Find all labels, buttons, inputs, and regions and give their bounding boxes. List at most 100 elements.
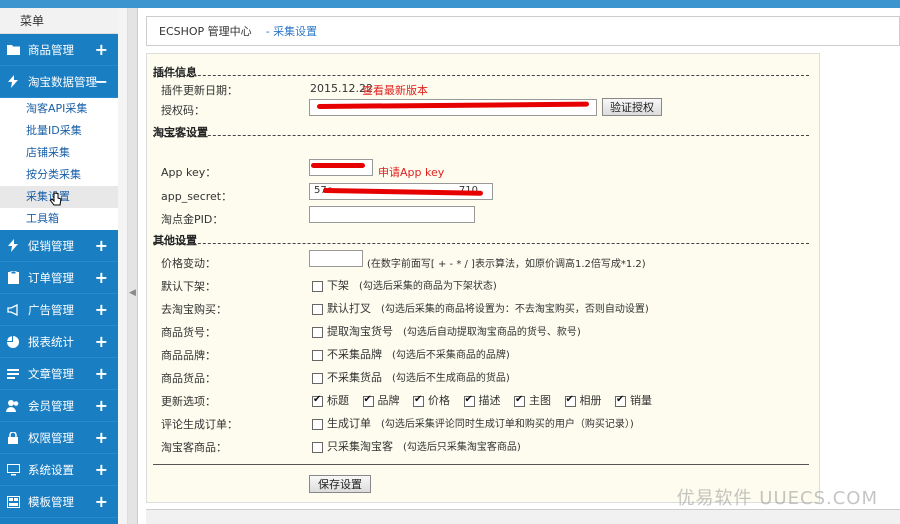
template-icon <box>6 495 20 509</box>
pie-chart-icon <box>6 335 20 349</box>
latest-version-link[interactable]: 查看最新版本 <box>362 82 428 98</box>
section-divider <box>153 75 809 76</box>
plus-icon[interactable]: + <box>95 236 108 255</box>
option-label: 商品货品： <box>161 372 216 385</box>
products-checkbox[interactable] <box>312 372 323 384</box>
submenu-item-api[interactable]: 淘客API采集 <box>0 98 118 120</box>
save-settings-button[interactable]: 保存设置 <box>309 475 371 493</box>
option-hint: (勾选后采集的商品将设置为：不去淘宝购买，否则自动设置) <box>381 304 649 315</box>
submenu-item-shop[interactable]: 店铺采集 <box>0 142 118 164</box>
update-title-checkbox[interactable] <box>312 394 323 407</box>
price-change-input[interactable] <box>309 250 363 267</box>
option-text: 默认打叉 <box>327 302 371 315</box>
sidebar-item-orders[interactable]: 订单管理 + <box>0 262 118 294</box>
update-brand-checkbox[interactable] <box>362 394 374 407</box>
price-change-hint: (在数字前面写[ + - * / ]表示算法，如原价调高1.2倍写成*1.2) <box>367 259 646 270</box>
option-row-brand: 不采集品牌 (勾选后不采集商品的品牌) <box>312 346 510 362</box>
brand-checkbox[interactable] <box>312 349 323 361</box>
top-bar <box>0 0 900 8</box>
sidebar-item-articles[interactable]: 文章管理 + <box>0 358 118 390</box>
apply-appkey-link[interactable]: 申请App key <box>378 164 444 180</box>
sidebar-item-templates[interactable]: 模板管理 + <box>0 486 118 518</box>
update-main-image-checkbox[interactable] <box>514 394 525 407</box>
app-secret-label: app_secret： <box>161 190 233 203</box>
sidebar: 菜单 商品管理 + 淘宝数据管理 − 淘客API采集 批量ID采集 店铺采集 按… <box>0 8 118 524</box>
breadcrumb-current: - 采集设置 <box>265 25 318 38</box>
sidebar-item-label: 会员管理 <box>28 398 74 413</box>
option-label: 去淘宝购买： <box>161 303 227 316</box>
submenu-item-category[interactable]: 按分类采集 <box>0 164 118 186</box>
option-row-review-orders: 生成订单 (勾选后采集评论同时生成订单和购买的用户（购买记录）) <box>312 415 634 431</box>
option-row-offshelf: 下架 (勾选后采集的商品为下架状态) <box>312 277 497 293</box>
collapse-arrow-icon[interactable]: ◀ <box>129 288 136 302</box>
verify-auth-button[interactable]: 验证授权 <box>602 98 662 116</box>
sidebar-item-label: 文章管理 <box>28 366 74 381</box>
option-text: 生成订单 <box>327 417 371 430</box>
submenu-item-settings[interactable]: 采集设置 <box>0 186 118 208</box>
sku-checkbox[interactable] <box>312 326 323 338</box>
minus-icon[interactable]: − <box>95 72 108 91</box>
sidebar-item-ads[interactable]: 广告管理 + <box>0 294 118 326</box>
option-hint: (勾选后采集的商品为下架状态) <box>359 281 497 292</box>
sidebar-item-label: 模板管理 <box>28 494 74 509</box>
redaction-scribble <box>311 163 365 168</box>
update-options-label: 更新选项： <box>161 395 216 408</box>
sidebar-item-members[interactable]: 会员管理 + <box>0 390 118 422</box>
option-text: 只采集淘宝客 <box>327 440 393 453</box>
plus-icon[interactable]: + <box>95 268 108 287</box>
plus-icon[interactable]: + <box>95 396 108 415</box>
sidebar-item-taobao[interactable]: 淘宝数据管理 − <box>0 66 118 98</box>
sidebar-item-label: 权限管理 <box>28 430 74 445</box>
megaphone-icon <box>6 303 20 317</box>
pid-label: 淘点金PID： <box>161 213 224 226</box>
sidebar-item-label: 广告管理 <box>28 302 74 317</box>
update-option-text: 描述 <box>478 394 501 407</box>
sidebar-splitter[interactable]: ◀ <box>128 8 138 524</box>
section-title-other: 其他设置 <box>153 234 197 247</box>
watermark-text: 优易软件 UUECS.COM <box>676 488 878 509</box>
sidebar-item-system[interactable]: 系统设置 + <box>0 454 118 486</box>
section-divider <box>153 135 809 136</box>
plus-icon[interactable]: + <box>95 492 108 511</box>
clipboard-icon <box>6 271 20 285</box>
bottom-strip <box>146 509 900 524</box>
update-date-label: 插件更新日期： <box>161 84 238 97</box>
submenu-item-batch-id[interactable]: 批量ID采集 <box>0 120 118 142</box>
plus-icon[interactable]: + <box>95 364 108 383</box>
option-text: 提取淘宝货号 <box>327 325 393 338</box>
breadcrumb: ECSHOP 管理中心 - 采集设置 <box>146 16 900 46</box>
plus-icon[interactable]: + <box>95 40 108 59</box>
section-title-plugin: 插件信息 <box>153 66 197 79</box>
folder-icon <box>6 43 20 57</box>
option-hint: (勾选后不采集商品的品牌) <box>392 350 510 361</box>
sidebar-scrollbar[interactable] <box>118 8 128 524</box>
update-option-text: 主图 <box>529 394 551 407</box>
taoke-only-checkbox[interactable] <box>312 441 323 453</box>
option-hint: (勾选后自动提取淘宝商品的货号、款号) <box>403 327 581 338</box>
breadcrumb-home[interactable]: ECSHOP 管理中心 <box>159 23 252 39</box>
update-option-text: 标题 <box>327 394 349 407</box>
update-sales-checkbox[interactable] <box>615 394 626 407</box>
update-price-checkbox[interactable] <box>413 394 424 407</box>
sidebar-submenu: 淘客API采集 批量ID采集 店铺采集 按分类采集 采集设置 工具箱 <box>0 98 118 230</box>
plus-icon[interactable]: + <box>95 332 108 351</box>
option-row-taobao-buy: 默认打叉 (勾选后采集的商品将设置为：不去淘宝购买，否则自动设置) <box>312 300 649 316</box>
sidebar-item-permissions[interactable]: 权限管理 + <box>0 422 118 454</box>
sidebar-item-goods[interactable]: 商品管理 + <box>0 34 118 66</box>
sidebar-item-reports[interactable]: 报表统计 + <box>0 326 118 358</box>
update-option-text: 销量 <box>630 394 652 407</box>
option-text: 不采集货品 <box>327 371 382 384</box>
sidebar-item-promotion[interactable]: 促销管理 + <box>0 230 118 262</box>
plus-icon[interactable]: + <box>95 460 108 479</box>
update-desc-checkbox[interactable] <box>463 394 475 407</box>
plus-icon[interactable]: + <box>95 300 108 319</box>
taobao-buy-checkbox[interactable] <box>312 303 323 315</box>
settings-panel: 插件信息 插件更新日期： 2015.12.22 查看最新版本 授权码： 验证授权… <box>146 53 820 503</box>
offshelf-checkbox[interactable] <box>312 280 323 292</box>
pid-input[interactable] <box>309 206 475 223</box>
review-orders-checkbox[interactable] <box>312 418 323 430</box>
sidebar-item-label: 订单管理 <box>28 270 74 285</box>
plus-icon[interactable]: + <box>95 428 108 447</box>
update-option-text: 品牌 <box>377 394 400 407</box>
update-album-checkbox[interactable] <box>564 394 576 407</box>
